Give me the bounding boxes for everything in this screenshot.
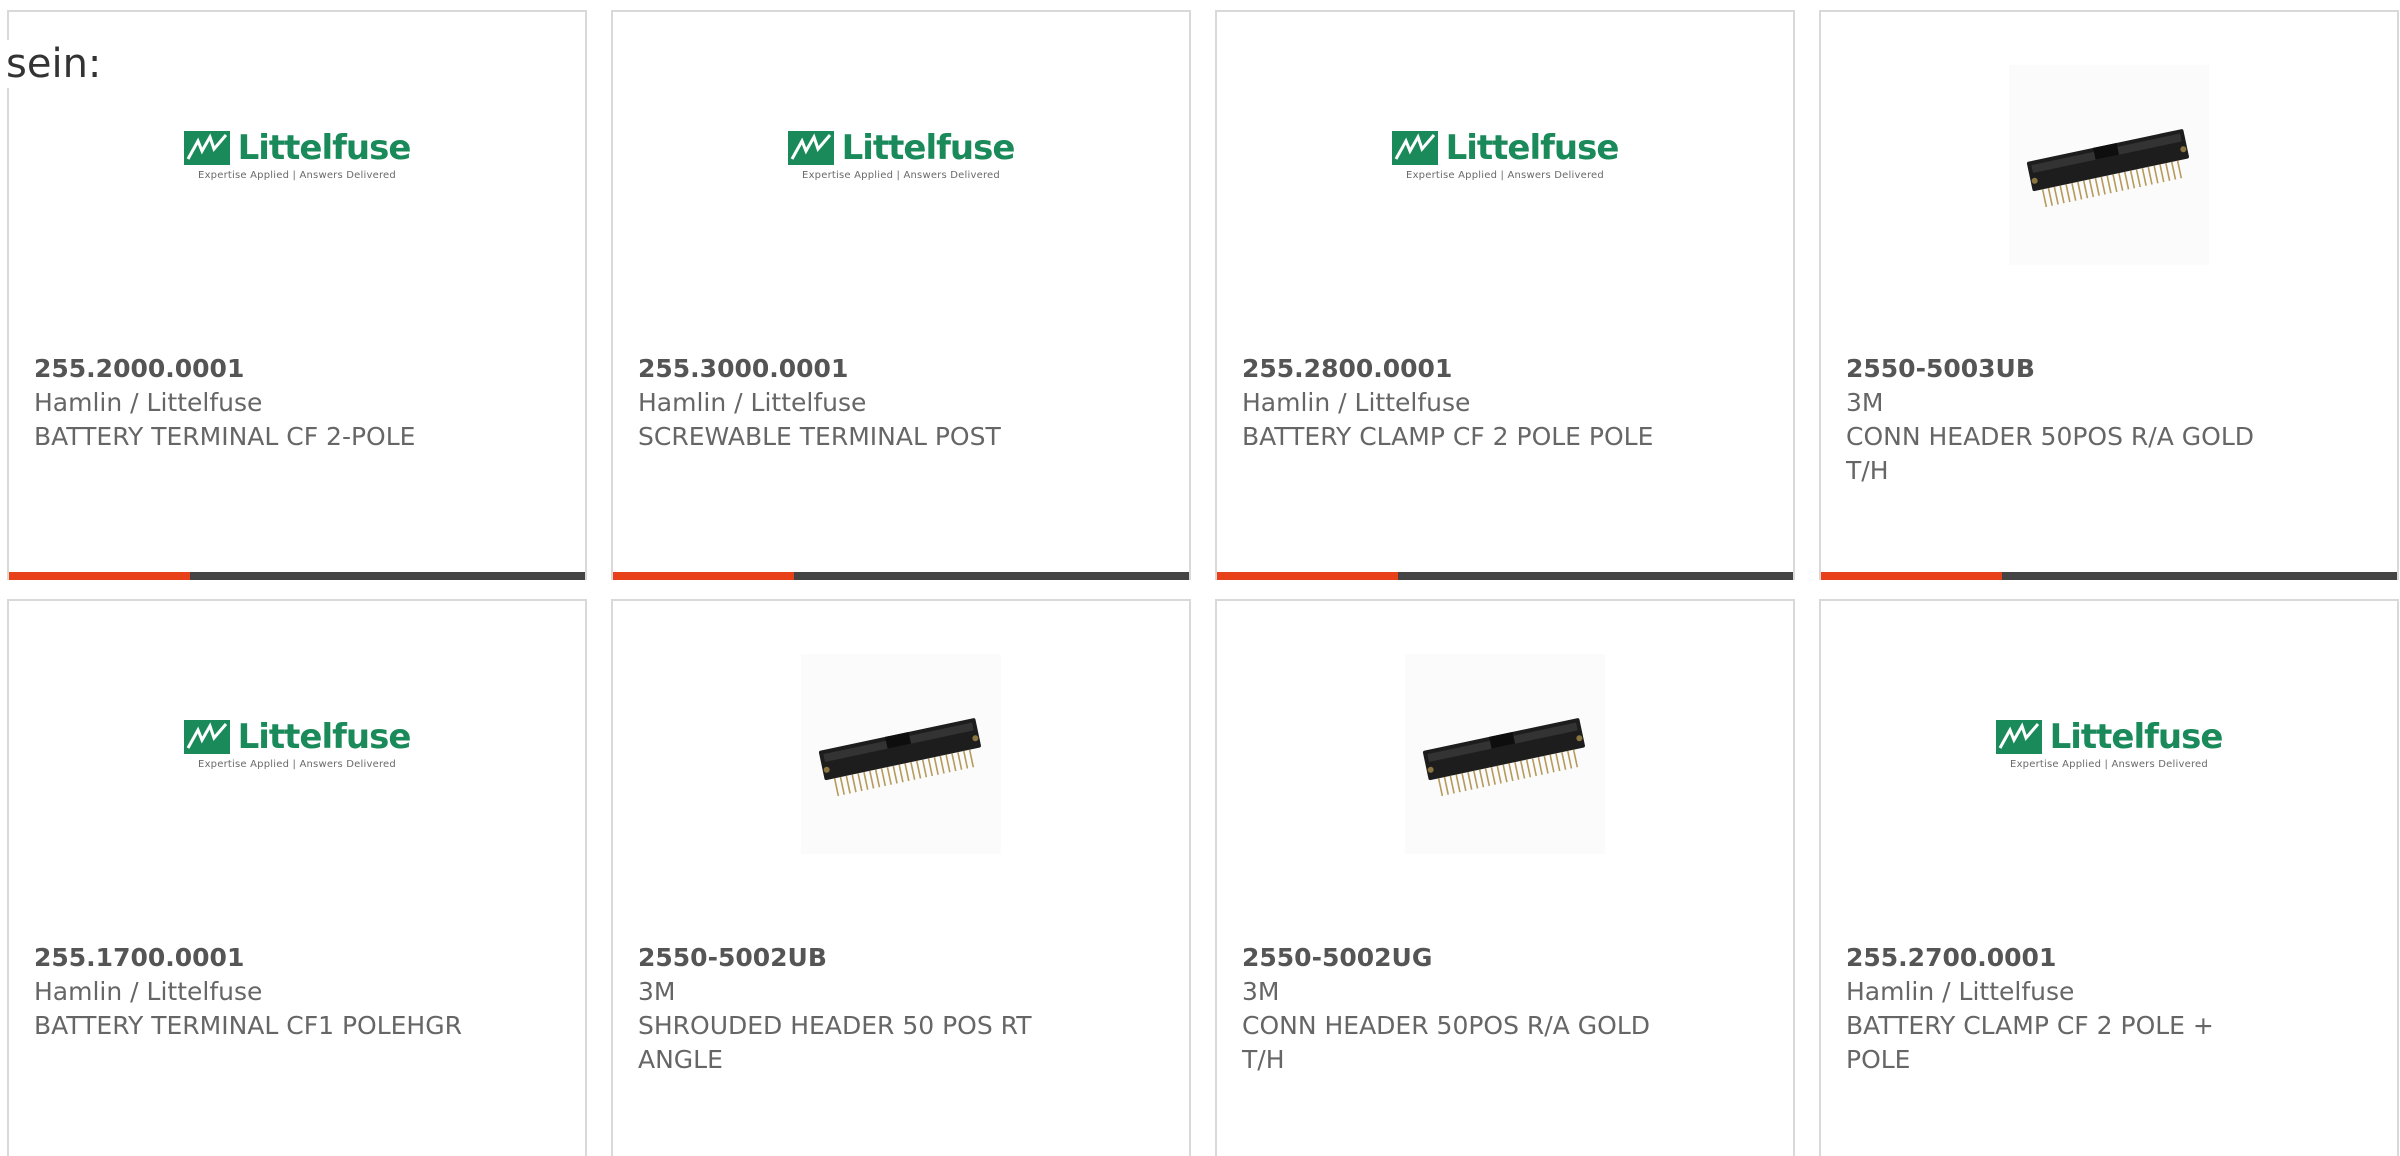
product-grid: Littelfuse Expertise Applied | Answers D…	[0, 0, 2400, 1156]
product-info: 2550-5002UB 3M SHROUDED HEADER 50 POS RT…	[638, 941, 1078, 1077]
card-accent-bar	[613, 572, 1189, 580]
littelfuse-logo: Littelfuse Expertise Applied | Answers D…	[787, 127, 1016, 181]
logo-wordmark: Littelfuse	[1445, 127, 1620, 168]
littelfuse-logo: Littelfuse Expertise Applied | Answers D…	[183, 127, 412, 181]
logo-wordmark: Littelfuse	[2049, 716, 2224, 757]
connector-header-image	[2009, 65, 2209, 265]
logo-tagline: Expertise Applied | Answers Delivered	[198, 758, 396, 770]
logo-wordmark: Littelfuse	[237, 127, 412, 168]
product-image: Littelfuse Expertise Applied | Answers D…	[613, 72, 1189, 292]
card-accent-bar	[1821, 572, 2397, 580]
manufacturer: 3M	[1846, 388, 1884, 417]
product-image	[1217, 654, 1793, 881]
littelfuse-logo: Littelfuse Expertise Applied | Answers D…	[183, 716, 412, 770]
littelfuse-logo: Littelfuse Expertise Applied | Answers D…	[1995, 716, 2224, 770]
description: BATTERY TERMINAL CF1 POLEHGR	[34, 1011, 462, 1040]
card-accent-fill	[1217, 572, 1399, 580]
product-card[interactable]: Littelfuse Expertise Applied | Answers D…	[1215, 10, 1795, 580]
manufacturer: Hamlin / Littelfuse	[34, 388, 263, 417]
product-image: Littelfuse Expertise Applied | Answers D…	[9, 661, 585, 881]
product-info: 255.3000.0001 Hamlin / Littelfuse SCREWA…	[638, 352, 1078, 454]
card-accent-fill	[613, 572, 795, 580]
logo-tagline: Expertise Applied | Answers Delivered	[1406, 169, 1604, 181]
manufacturer: Hamlin / Littelfuse	[638, 388, 867, 417]
product-card[interactable]: Littelfuse Expertise Applied | Answers D…	[1819, 599, 2399, 1156]
connector-header-image	[1405, 654, 1605, 854]
product-image: Littelfuse Expertise Applied | Answers D…	[1821, 661, 2397, 881]
card-accent-bar	[9, 572, 585, 580]
manufacturer: Hamlin / Littelfuse	[34, 977, 263, 1006]
product-info: 255.1700.0001 Hamlin / Littelfuse BATTER…	[34, 941, 474, 1043]
product-info: 2550-5002UG 3M CONN HEADER 50POS R/A GOL…	[1242, 941, 1682, 1077]
littelfuse-mark-icon	[1995, 719, 2042, 754]
product-info: 255.2800.0001 Hamlin / Littelfuse BATTER…	[1242, 352, 1682, 454]
product-card[interactable]: Littelfuse Expertise Applied | Answers D…	[7, 10, 587, 580]
product-image: Littelfuse Expertise Applied | Answers D…	[1217, 72, 1793, 292]
logo-wordmark: Littelfuse	[237, 716, 412, 757]
description: BATTERY TERMINAL CF 2-POLE	[34, 422, 416, 451]
product-image	[613, 654, 1189, 881]
littelfuse-mark-icon	[183, 719, 230, 754]
part-number[interactable]: 255.2700.0001	[1846, 941, 2286, 975]
product-image: Littelfuse Expertise Applied | Answers D…	[9, 72, 585, 292]
product-grid-page: sein: Littelfuse Expertise Applied | Ans…	[0, 0, 2400, 1156]
description: CONN HEADER 50POS R/A GOLD T/H	[1846, 422, 2254, 485]
littelfuse-mark-icon	[1391, 130, 1438, 165]
description: BATTERY CLAMP CF 2 POLE POLE	[1242, 422, 1654, 451]
card-accent-fill	[1821, 572, 2003, 580]
logo-tagline: Expertise Applied | Answers Delivered	[2010, 758, 2208, 770]
logo-wordmark: Littelfuse	[841, 127, 1016, 168]
part-number[interactable]: 255.1700.0001	[34, 941, 474, 975]
part-number[interactable]: 2550-5003UB	[1846, 352, 2286, 386]
product-card[interactable]: 2550-5002UB 3M SHROUDED HEADER 50 POS RT…	[611, 599, 1191, 1156]
product-info: 255.2700.0001 Hamlin / Littelfuse BATTER…	[1846, 941, 2286, 1077]
card-accent-bar	[1217, 572, 1793, 580]
card-accent-fill	[9, 572, 191, 580]
product-card[interactable]: 2550-5002UG 3M CONN HEADER 50POS R/A GOL…	[1215, 599, 1795, 1156]
littelfuse-mark-icon	[787, 130, 834, 165]
description: BATTERY CLAMP CF 2 POLE + POLE	[1846, 1011, 2214, 1074]
manufacturer: 3M	[638, 977, 676, 1006]
product-info: 255.2000.0001 Hamlin / Littelfuse BATTER…	[34, 352, 474, 454]
manufacturer: Hamlin / Littelfuse	[1846, 977, 2075, 1006]
logo-tagline: Expertise Applied | Answers Delivered	[802, 169, 1000, 181]
part-number[interactable]: 2550-5002UB	[638, 941, 1078, 975]
product-card[interactable]: 2550-5003UB 3M CONN HEADER 50POS R/A GOL…	[1819, 10, 2399, 580]
connector-header-image	[801, 654, 1001, 854]
product-card[interactable]: Littelfuse Expertise Applied | Answers D…	[611, 10, 1191, 580]
manufacturer: 3M	[1242, 977, 1280, 1006]
intro-text: sein:	[6, 40, 102, 88]
part-number[interactable]: 255.3000.0001	[638, 352, 1078, 386]
description: CONN HEADER 50POS R/A GOLD T/H	[1242, 1011, 1650, 1074]
manufacturer: Hamlin / Littelfuse	[1242, 388, 1471, 417]
product-info: 2550-5003UB 3M CONN HEADER 50POS R/A GOL…	[1846, 352, 2286, 488]
part-number[interactable]: 255.2800.0001	[1242, 352, 1682, 386]
littelfuse-logo: Littelfuse Expertise Applied | Answers D…	[1391, 127, 1620, 181]
part-number[interactable]: 2550-5002UG	[1242, 941, 1682, 975]
description: SHROUDED HEADER 50 POS RT ANGLE	[638, 1011, 1032, 1074]
description: SCREWABLE TERMINAL POST	[638, 422, 1001, 451]
logo-tagline: Expertise Applied | Answers Delivered	[198, 169, 396, 181]
product-image	[1821, 65, 2397, 292]
part-number[interactable]: 255.2000.0001	[34, 352, 474, 386]
product-card[interactable]: Littelfuse Expertise Applied | Answers D…	[7, 599, 587, 1156]
littelfuse-mark-icon	[183, 130, 230, 165]
